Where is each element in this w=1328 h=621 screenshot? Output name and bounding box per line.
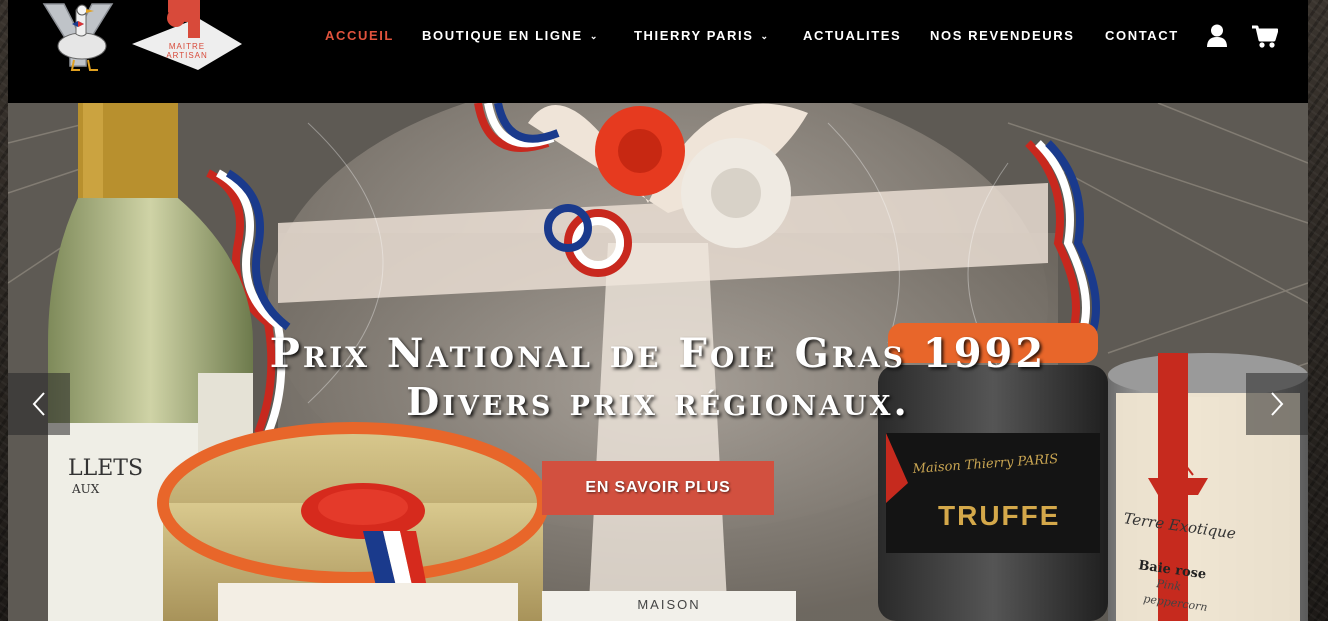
chevron-down-icon: ⌄ — [589, 31, 599, 41]
nav-item-revendeurs[interactable]: NOS REVENDEURS — [930, 27, 1074, 45]
svg-text:ARTISAN: ARTISAN — [166, 51, 208, 60]
svg-text:MAITRE: MAITRE — [169, 42, 205, 51]
hero-slider: LLETS AUX MAISON Maison Thierry PARIS TR… — [8, 103, 1308, 621]
nav-label: ACTUALITES — [803, 28, 902, 43]
nav-item-boutique[interactable]: BOUTIQUE EN LIGNE ⌄ — [422, 27, 599, 45]
maitre-artisan-emblem: MAITRE ARTISAN — [132, 0, 242, 70]
site-header: MAITRE ARTISAN ACCUEIL BOUTIQUE EN LIGNE… — [8, 0, 1308, 103]
nav-item-accueil[interactable]: ACCUEIL — [325, 27, 394, 45]
nav-item-actualites[interactable]: ACTUALITES — [803, 27, 901, 45]
maison-card-text: MAISON — [637, 597, 700, 612]
wine-label-text: LLETS — [68, 456, 143, 481]
cta-label: EN SAVOIR PLUS — [585, 479, 731, 496]
slider-next-button[interactable] — [1246, 373, 1308, 435]
user-icon — [1207, 24, 1227, 47]
chevron-down-icon: ⌄ — [760, 31, 770, 41]
user-account-button[interactable] — [1206, 24, 1228, 53]
nav-label: THIERRY PARIS — [634, 28, 754, 43]
goose-logo-icon — [42, 3, 114, 71]
nav-item-contact[interactable]: CONTACT — [1105, 27, 1179, 45]
chevron-right-icon — [1271, 392, 1284, 416]
hero-title: Prix National de Foie Gras 1992 Divers p… — [8, 330, 1308, 426]
hero-title-line2: Divers prix régionaux. — [406, 379, 910, 425]
truffle-label-text: TRUFFE — [938, 500, 1060, 531]
slider-prev-button[interactable] — [8, 373, 70, 435]
nav-item-thierry-paris[interactable]: THIERRY PARIS ⌄ — [634, 27, 770, 45]
en-savoir-plus-button[interactable]: EN SAVOIR PLUS — [542, 461, 774, 515]
chevron-left-icon — [32, 392, 45, 416]
cart-icon — [1252, 25, 1279, 48]
cart-button[interactable] — [1252, 25, 1279, 54]
hero-title-line1: Prix National de Foie Gras 1992 — [269, 330, 1047, 378]
nav-label: CONTACT — [1105, 28, 1179, 43]
site-logo[interactable]: MAITRE ARTISAN — [42, 0, 242, 76]
nav-label: ACCUEIL — [325, 28, 394, 43]
nav-label: NOS REVENDEURS — [930, 28, 1075, 43]
nav-label: BOUTIQUE EN LIGNE — [422, 28, 583, 43]
wine-sub-text: AUX — [71, 482, 100, 496]
